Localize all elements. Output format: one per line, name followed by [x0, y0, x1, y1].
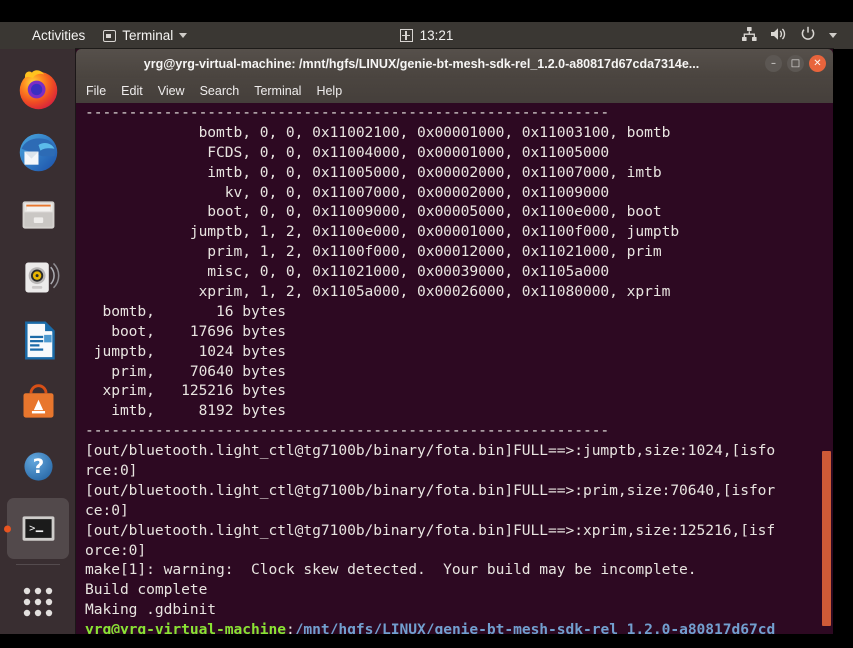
terminal-scrollbar-thumb[interactable]	[822, 451, 831, 626]
clock-button[interactable]: 13:21	[367, 28, 487, 43]
terminal-line: jumptb, 1024 bytes	[85, 342, 286, 360]
menu-search[interactable]: Search	[200, 84, 240, 98]
terminal-scrollbar[interactable]	[820, 103, 833, 634]
chevron-down-icon	[179, 33, 188, 38]
terminal-line: orce:0]	[85, 541, 147, 559]
terminal-window-title: yrg@yrg-virtual-machine: /mnt/hgfs/LINUX…	[143, 56, 700, 71]
volume-icon	[770, 26, 787, 45]
terminal-output: ----------------------------------------…	[85, 103, 813, 634]
firefox-icon	[19, 70, 57, 110]
terminal-line: kv, 0, 0, 0x11007000, 0x00002000, 0x1100…	[85, 183, 610, 201]
system-status-area[interactable]	[741, 26, 837, 45]
terminal-line: ----------------------------------------…	[85, 422, 610, 440]
menu-terminal[interactable]: Terminal	[254, 84, 301, 98]
dock-item-thunderbird[interactable]	[7, 122, 69, 183]
terminal-mini-icon	[103, 29, 117, 42]
window-controls: – □ ✕	[765, 55, 826, 72]
dock-item-show-applications[interactable]	[7, 571, 69, 632]
terminal-line: ----------------------------------------…	[85, 104, 610, 121]
terminal-line: xprim, 125216 bytes	[85, 382, 286, 400]
terminal-line: make[1]: warning: Clock skew detected. Y…	[85, 561, 697, 579]
terminal-prompt-line-1: yrg@yrg-virtual-machine:/mnt/hgfs/LINUX/…	[85, 620, 813, 634]
terminal-screen[interactable]: ----------------------------------------…	[76, 103, 833, 634]
dock-item-help[interactable]: ?	[7, 436, 69, 497]
terminal-menubar: File Edit View Search Terminal Help	[76, 78, 833, 103]
prompt-colon: :	[285, 621, 295, 634]
terminal-line: boot, 17696 bytes	[85, 322, 286, 340]
dock-item-files[interactable]	[7, 185, 69, 246]
clock-label: 13:21	[419, 28, 454, 43]
calendar-icon	[399, 29, 413, 42]
minimize-button[interactable]: –	[765, 55, 782, 72]
activities-button[interactable]: Activities	[32, 28, 85, 43]
terminal-line: Making .gdbinit	[85, 601, 217, 619]
terminal-line: imtb, 0, 0, 0x11005000, 0x00002000, 0x11…	[85, 163, 662, 181]
terminal-line: xprim, 1, 2, 0x1105a000, 0x00026000, 0x1…	[85, 283, 671, 301]
network-wired-icon	[741, 26, 757, 45]
terminal-titlebar[interactable]: yrg@yrg-virtual-machine: /mnt/hgfs/LINUX…	[76, 49, 833, 78]
svg-text:?: ?	[32, 455, 43, 478]
terminal-window: yrg@yrg-virtual-machine: /mnt/hgfs/LINUX…	[76, 49, 833, 634]
maximize-button[interactable]: □	[787, 55, 804, 72]
menu-view[interactable]: View	[158, 84, 185, 98]
libreoffice-writer-icon	[24, 321, 55, 360]
power-icon	[800, 26, 816, 45]
close-button[interactable]: ✕	[809, 55, 826, 72]
terminal-line: bomtb, 16 bytes	[85, 302, 286, 320]
dock-item-ubuntu-software[interactable]	[7, 373, 69, 434]
terminal-line: FCDS, 0, 0, 0x11004000, 0x00001000, 0x11…	[85, 143, 610, 161]
dock-item-libreoffice-writer[interactable]	[7, 310, 69, 371]
dock-item-terminal[interactable]: >	[7, 498, 69, 560]
terminal-icon: >	[22, 516, 54, 542]
dock-separator	[16, 564, 60, 566]
terminal-line: Build complete	[85, 581, 208, 599]
terminal-line: boot, 0, 0, 0x11009000, 0x00005000, 0x11…	[85, 203, 662, 221]
dock-item-firefox[interactable]	[7, 59, 69, 120]
ubuntu-software-icon	[23, 384, 53, 418]
menu-edit[interactable]: Edit	[121, 84, 143, 98]
status-chevron-down-icon	[829, 33, 837, 38]
launcher-dock-items: ? >	[0, 49, 76, 634]
terminal-line: imtb, 8192 bytes	[85, 402, 286, 420]
terminal-line: misc, 0, 0, 0x11021000, 0x00039000, 0x11…	[85, 263, 610, 281]
menu-help[interactable]: Help	[316, 84, 342, 98]
terminal-line: jumptb, 1, 2, 0x1100e000, 0x00001000, 0x…	[85, 223, 680, 241]
terminal-line: prim, 1, 2, 0x1100f000, 0x00012000, 0x11…	[85, 243, 662, 261]
menu-file[interactable]: File	[86, 84, 106, 98]
help-icon: ?	[23, 452, 53, 481]
terminal-line: ce:0]	[85, 501, 129, 519]
thunderbird-icon	[19, 133, 57, 171]
terminal-line: [out/bluetooth.light_ctl@tg7100b/binary/…	[85, 521, 776, 539]
terminal-line: [out/bluetooth.light_ctl@tg7100b/binary/…	[85, 442, 776, 460]
dock-item-rhythmbox[interactable]	[7, 247, 69, 308]
terminal-line: bomtb, 0, 0, 0x11002100, 0x00001000, 0x1…	[85, 123, 671, 141]
prompt-user-host: yrg@yrg-virtual-machine	[85, 621, 286, 634]
files-icon	[22, 201, 54, 230]
svg-text:>: >	[29, 523, 35, 535]
terminal-line: [out/bluetooth.light_ctl@tg7100b/binary/…	[85, 481, 776, 499]
prompt-path-part-1: /mnt/hgfs/LINUX/genie-bt-mesh-sdk-rel_1.…	[294, 621, 776, 634]
desktop: Activities Terminal 13:21 ? > yrg@yrg-vi…	[0, 0, 853, 648]
terminal-line: prim, 70640 bytes	[85, 362, 286, 380]
app-menu-label: Terminal	[122, 28, 174, 43]
terminal-line: rce:0]	[85, 462, 138, 480]
rhythmbox-icon	[24, 262, 59, 293]
app-menu-button[interactable]: Terminal	[103, 28, 188, 43]
show-applications-icon	[23, 587, 53, 616]
top-bar: Activities Terminal 13:21	[0, 22, 853, 49]
